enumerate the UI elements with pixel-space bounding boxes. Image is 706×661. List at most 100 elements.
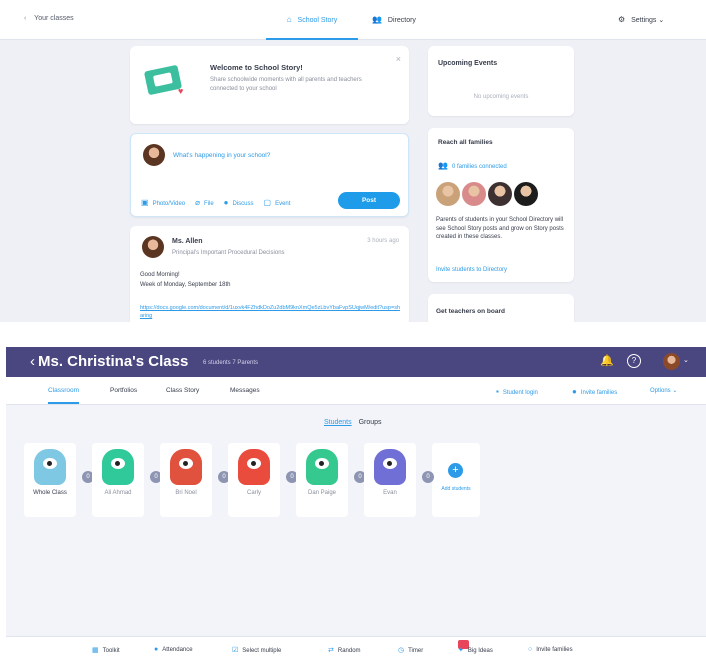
- bell-icon[interactable]: 🔔: [600, 354, 614, 367]
- photo-video-label: Photo/Video: [152, 201, 186, 207]
- calendar-icon: ▢: [263, 198, 272, 207]
- settings-menu[interactable]: ⚙ Settings ⌄: [618, 15, 664, 24]
- invite-families-toolbar-label: Invite families: [536, 647, 573, 653]
- add-students-button[interactable]: + Add students: [432, 443, 480, 517]
- class-toolbar: ▦ Toolkit ● Attendance ☑ Select multiple ⇄ R…: [6, 636, 706, 661]
- people-icon: 👥: [438, 161, 448, 170]
- options-menu[interactable]: Options ⌄: [650, 387, 677, 394]
- select-multiple-button[interactable]: ☑ Select multiple: [232, 646, 281, 654]
- student-login-label: Student login: [502, 390, 538, 396]
- composer-tools: ▣ Photo/Video ⌀ File ● Discuss ▢ Event: [141, 198, 290, 207]
- photo-video-button[interactable]: ▣ Photo/Video: [141, 198, 185, 207]
- families-connected: 👥 0 families connected: [438, 161, 507, 170]
- student-card[interactable]: Dan Paige 0: [296, 443, 366, 517]
- post-body-line: Week of Monday, September 18th: [140, 282, 231, 288]
- student-name: Dan Paige: [307, 490, 337, 496]
- students-view-toggle[interactable]: Students: [324, 419, 352, 426]
- discuss-button[interactable]: ● Discuss: [224, 198, 254, 207]
- random-label: Random: [337, 648, 361, 654]
- composer-input[interactable]: What's happening in your school?: [173, 152, 270, 159]
- student-name: Ali Ahmad: [104, 490, 132, 496]
- help-icon[interactable]: ?: [627, 354, 641, 368]
- toolkit-button[interactable]: ▦ Toolkit: [92, 646, 120, 654]
- gear-icon: ⚙: [618, 15, 626, 24]
- monster-avatar-icon: [102, 449, 134, 485]
- school-story-panel: ‹ Your classes ⌂ School Story 👥 Director…: [0, 0, 706, 322]
- monster-avatar-icon: [34, 449, 66, 485]
- chevron-down-icon[interactable]: ⌄: [683, 356, 689, 364]
- groups-view-toggle[interactable]: Groups: [359, 419, 382, 426]
- eye-icon: [43, 458, 57, 469]
- attendance-button[interactable]: ● Attendance: [154, 646, 193, 653]
- points-badge: 0: [422, 471, 434, 483]
- image-icon: ▣: [141, 198, 149, 207]
- student-card[interactable]: Ali Ahmad 0: [92, 443, 162, 517]
- avatar: [143, 144, 165, 166]
- people-icon: 👥: [372, 15, 382, 24]
- back-to-classes-link[interactable]: ‹ Your classes: [24, 15, 74, 22]
- chevron-left-icon: ‹: [30, 353, 35, 370]
- student-card[interactable]: Evan 0: [364, 443, 434, 517]
- student-card[interactable]: Carly 0: [228, 443, 298, 517]
- post-link[interactable]: https://docs.google.com/document/d/1uxvk…: [140, 304, 402, 320]
- heart-icon: ♥: [178, 86, 184, 96]
- file-button[interactable]: ⌀ File: [195, 198, 214, 207]
- story-post: Ms. Allen Principal's Important Procedur…: [130, 226, 409, 322]
- eye-icon: [111, 458, 125, 469]
- add-students-label: Add students: [441, 486, 471, 492]
- avatar[interactable]: [663, 353, 680, 370]
- events-empty: No upcoming events: [473, 94, 529, 100]
- family-avatar: [514, 182, 538, 206]
- timer-label: Timer: [408, 648, 424, 654]
- tab-school-story[interactable]: ⌂ School Story: [266, 15, 358, 40]
- tab-messages[interactable]: Messages: [230, 387, 260, 394]
- paperclip-icon: ⌀: [195, 198, 200, 207]
- invite-families-toolbar-button[interactable]: ○ Invite families: [528, 646, 573, 653]
- student-name: Whole Class: [33, 490, 67, 496]
- student-name: Bri Noel: [175, 490, 197, 496]
- family-avatar: [462, 182, 486, 206]
- whole-class-card[interactable]: Whole Class 0: [24, 443, 94, 517]
- family-avatar: [436, 182, 460, 206]
- teachers-title: Get teachers on board: [436, 308, 505, 315]
- post-button[interactable]: Post: [338, 192, 400, 209]
- home-icon: ⌂: [286, 15, 292, 24]
- event-label: Event: [275, 201, 291, 207]
- lightbulb-icon: ✦: [458, 647, 464, 654]
- teachers-card: Get teachers on board: [428, 294, 574, 322]
- post-body-line: Good Morning!: [140, 272, 180, 278]
- welcome-text: Share schoolwide moments with all parent…: [210, 77, 362, 92]
- monster-avatar-icon: [306, 449, 338, 485]
- post-author[interactable]: Ms. Allen: [172, 238, 202, 245]
- random-button[interactable]: ⇄ Random: [328, 646, 361, 654]
- attendance-label: Attendance: [162, 647, 193, 653]
- class-title[interactable]: ‹ Ms. Christina's Class: [30, 353, 188, 370]
- families-connected-label: 0 families connected: [451, 164, 507, 170]
- class-header: ‹ Ms. Christina's Class 6 students 7 Pare…: [6, 347, 706, 377]
- class-meta: 6 students 7 Parents: [203, 360, 259, 366]
- tab-school-story-label: School Story: [297, 17, 338, 24]
- plus-icon: +: [448, 463, 463, 478]
- invite-students-link[interactable]: Invite students to Directory: [436, 267, 507, 273]
- timer-button[interactable]: ◷ Timer: [398, 646, 423, 654]
- settings-label: Settings: [631, 17, 657, 24]
- student-login-button[interactable]: ▪ Student login: [496, 387, 538, 396]
- eye-icon: [383, 458, 397, 469]
- invite-families-button[interactable]: ● Invite families: [572, 387, 617, 396]
- eye-icon: [247, 458, 261, 469]
- student-card[interactable]: Bri Noel 0: [160, 443, 230, 517]
- toolkit-icon: ▦: [92, 647, 99, 654]
- big-ideas-button[interactable]: ✦ Big Ideas: [458, 646, 493, 654]
- timer-icon: ◷: [398, 647, 405, 654]
- circle-icon: ○: [528, 646, 533, 653]
- tab-directory[interactable]: 👥 Directory: [372, 15, 416, 24]
- eye-icon: [179, 458, 193, 469]
- tab-portfolios[interactable]: Portfolios: [110, 387, 137, 394]
- close-icon[interactable]: ×: [396, 54, 401, 64]
- avatar: [142, 236, 164, 258]
- event-button[interactable]: ▢ Event: [264, 198, 291, 207]
- tab-classroom[interactable]: Classroom: [48, 387, 80, 404]
- tab-class-story[interactable]: Class Story: [166, 387, 199, 394]
- welcome-title: Welcome to School Story!: [210, 63, 303, 72]
- monster-avatar-icon: [238, 449, 270, 485]
